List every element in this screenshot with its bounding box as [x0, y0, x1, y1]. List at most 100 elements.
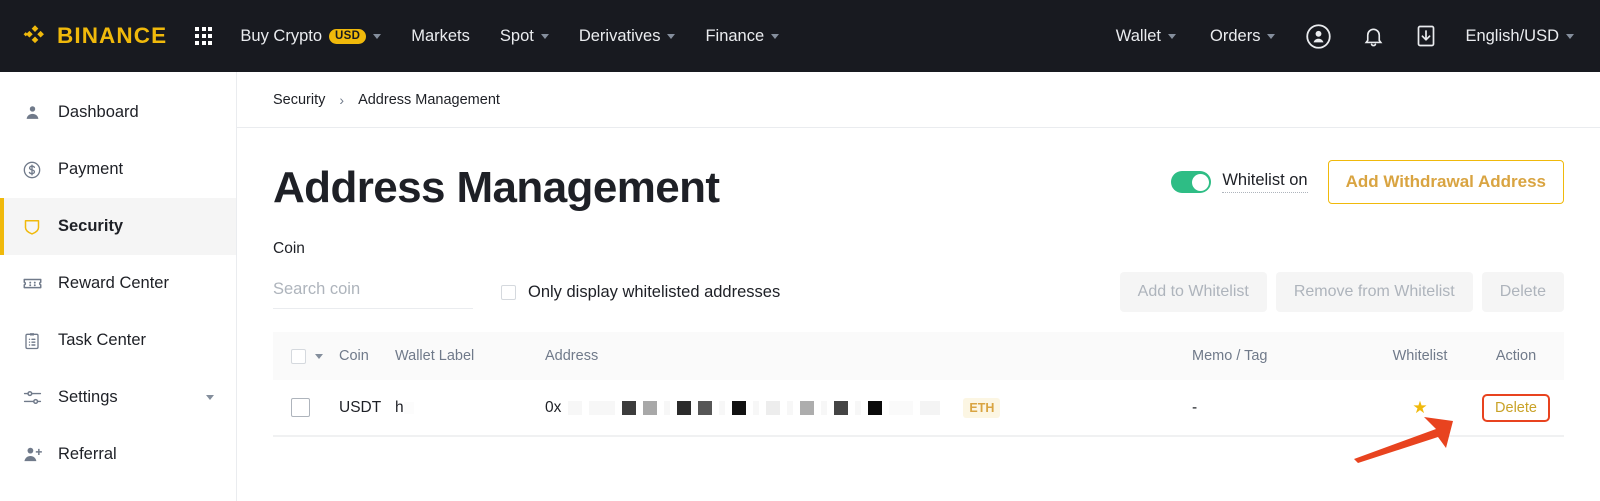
row-whitelist-cell: ★: [1372, 398, 1468, 418]
binance-diamond-icon: [23, 25, 44, 44]
chevron-down-icon: [373, 33, 382, 39]
nav-markets[interactable]: Markets: [411, 27, 470, 46]
bell-icon[interactable]: [1362, 25, 1385, 48]
top-navigation-right: Wallet Orders English/USD: [1082, 23, 1574, 50]
nav-orders[interactable]: Orders: [1210, 26, 1276, 46]
table-header-row: Coin Wallet Label Address Memo / Tag Whi…: [273, 332, 1564, 380]
redaction-block: [403, 401, 414, 414]
redaction-block: [920, 400, 941, 415]
table-bottom-divider: [273, 436, 1564, 437]
nav-finance-label: Finance: [705, 26, 765, 45]
redaction-block: [834, 400, 849, 415]
chevron-down-icon: [1168, 33, 1177, 39]
chevron-down-icon: [1566, 33, 1574, 39]
main-content: Security › Address Management Address Ma…: [237, 72, 1600, 501]
redaction-block: [589, 400, 616, 415]
shield-icon: [21, 216, 43, 238]
nav-markets-label: Markets: [411, 26, 470, 45]
sliders-icon: [21, 387, 43, 409]
sidebar-navigation: Dashboard Payment Security Reward Center…: [0, 72, 237, 501]
nav-wallet-label: Wallet: [1115, 26, 1162, 45]
whitelist-toggle-group: Whitelist on: [1171, 171, 1308, 193]
chevron-down-icon: [771, 33, 780, 39]
redaction-block: [732, 400, 747, 415]
select-all-checkbox[interactable]: [291, 348, 306, 364]
redaction-block: [753, 400, 760, 415]
search-coin-input[interactable]: [273, 275, 473, 309]
page-title: Address Management: [273, 163, 720, 212]
add-withdrawal-address-button[interactable]: Add Withdrawal Address: [1327, 160, 1564, 204]
redaction-block: [868, 400, 883, 415]
sidebar-item-referral[interactable]: Referral: [0, 426, 236, 483]
ticket-icon: [21, 273, 43, 295]
user-icon: [21, 102, 43, 124]
dollar-circle-icon: [21, 159, 43, 181]
language-currency-label: English/USD: [1465, 26, 1559, 45]
nav-finance[interactable]: Finance: [705, 26, 780, 46]
redaction-block: [889, 400, 914, 415]
redaction-block: [643, 400, 658, 415]
only-whitelisted-checkbox[interactable]: [501, 284, 516, 300]
select-all-cell: [273, 348, 339, 364]
delete-bulk-button[interactable]: Delete: [1481, 272, 1564, 312]
only-whitelisted-label: Only display whitelisted addresses: [528, 282, 781, 301]
row-memo-tag: -: [1192, 398, 1198, 416]
nav-spot[interactable]: Spot: [500, 27, 549, 46]
nav-language-currency[interactable]: English/USD: [1465, 27, 1574, 46]
sidebar-item-settings[interactable]: Settings: [0, 369, 236, 426]
breadcrumb-current: Address Management: [358, 91, 500, 108]
brand-name: BINANCE: [57, 23, 168, 48]
nav-buy-crypto[interactable]: Buy Crypto USD: [240, 26, 382, 46]
chevron-down-icon[interactable]: [315, 353, 323, 359]
nav-derivatives-label: Derivatives: [578, 26, 661, 45]
only-whitelisted-filter[interactable]: Only display whitelisted addresses: [501, 283, 780, 302]
address-table: Coin Wallet Label Address Memo / Tag Whi…: [273, 332, 1564, 463]
sidebar-item-task-center[interactable]: Task Center: [0, 312, 236, 369]
header-coin: Coin: [339, 348, 369, 364]
network-badge: ETH: [963, 397, 1001, 418]
nav-buy-crypto-label: Buy Crypto: [240, 26, 323, 45]
sidebar-item-reward-center[interactable]: Reward Center: [0, 255, 236, 312]
clipboard-icon: [21, 330, 43, 352]
binance-logo[interactable]: BINANCE: [22, 23, 167, 49]
sidebar-item-security[interactable]: Security: [0, 198, 236, 255]
redaction-block: [719, 400, 726, 415]
row-checkbox[interactable]: [291, 398, 310, 417]
redaction-block: [855, 400, 862, 415]
delete-link[interactable]: Delete: [1495, 400, 1537, 416]
wallet-label-text: h: [395, 398, 404, 416]
sidebar-item-label: Dashboard: [58, 103, 139, 121]
sidebar-item-label: Settings: [58, 388, 118, 406]
row-select-cell: [273, 398, 339, 417]
nav-derivatives[interactable]: Derivatives: [579, 27, 676, 46]
sidebar-item-label: Referral: [58, 445, 117, 463]
whitelist-toggle-label: Whitelist on: [1222, 171, 1308, 193]
download-icon[interactable]: [1415, 24, 1437, 48]
chevron-down-icon: [206, 395, 214, 400]
whitelist-toggle[interactable]: [1171, 171, 1212, 193]
sidebar-item-payment[interactable]: Payment: [0, 141, 236, 198]
redaction-block: [787, 400, 794, 415]
redaction-block: [622, 400, 637, 415]
sidebar-item-label: Payment: [58, 160, 124, 178]
redaction-block: [766, 400, 781, 415]
sidebar-item-label: Reward Center: [58, 274, 169, 292]
header-action: Action: [1495, 348, 1537, 364]
sidebar-item-dashboard[interactable]: Dashboard: [0, 84, 236, 141]
user-circle-icon[interactable]: [1305, 23, 1332, 50]
star-icon[interactable]: ★: [1412, 398, 1427, 417]
redaction-block: [664, 400, 671, 415]
nav-orders-label: Orders: [1210, 26, 1261, 45]
nav-wallet[interactable]: Wallet: [1115, 26, 1177, 46]
bulk-action-buttons: Add to Whitelist Remove from Whitelist D…: [1119, 272, 1564, 312]
row-coin: USDT: [339, 398, 382, 416]
apps-grid-icon[interactable]: [195, 27, 213, 45]
header-memo-tag: Memo / Tag: [1192, 348, 1268, 364]
breadcrumb-parent[interactable]: Security: [273, 92, 325, 108]
sidebar-item-label: Security: [58, 217, 124, 235]
add-to-whitelist-button[interactable]: Add to Whitelist: [1119, 272, 1267, 312]
remove-from-whitelist-button[interactable]: Remove from Whitelist: [1275, 272, 1473, 312]
row-action-cell: Delete: [1354, 393, 1564, 463]
redaction-block: [698, 400, 713, 415]
page-header: Address Management Whitelist on Add With…: [273, 128, 1564, 210]
